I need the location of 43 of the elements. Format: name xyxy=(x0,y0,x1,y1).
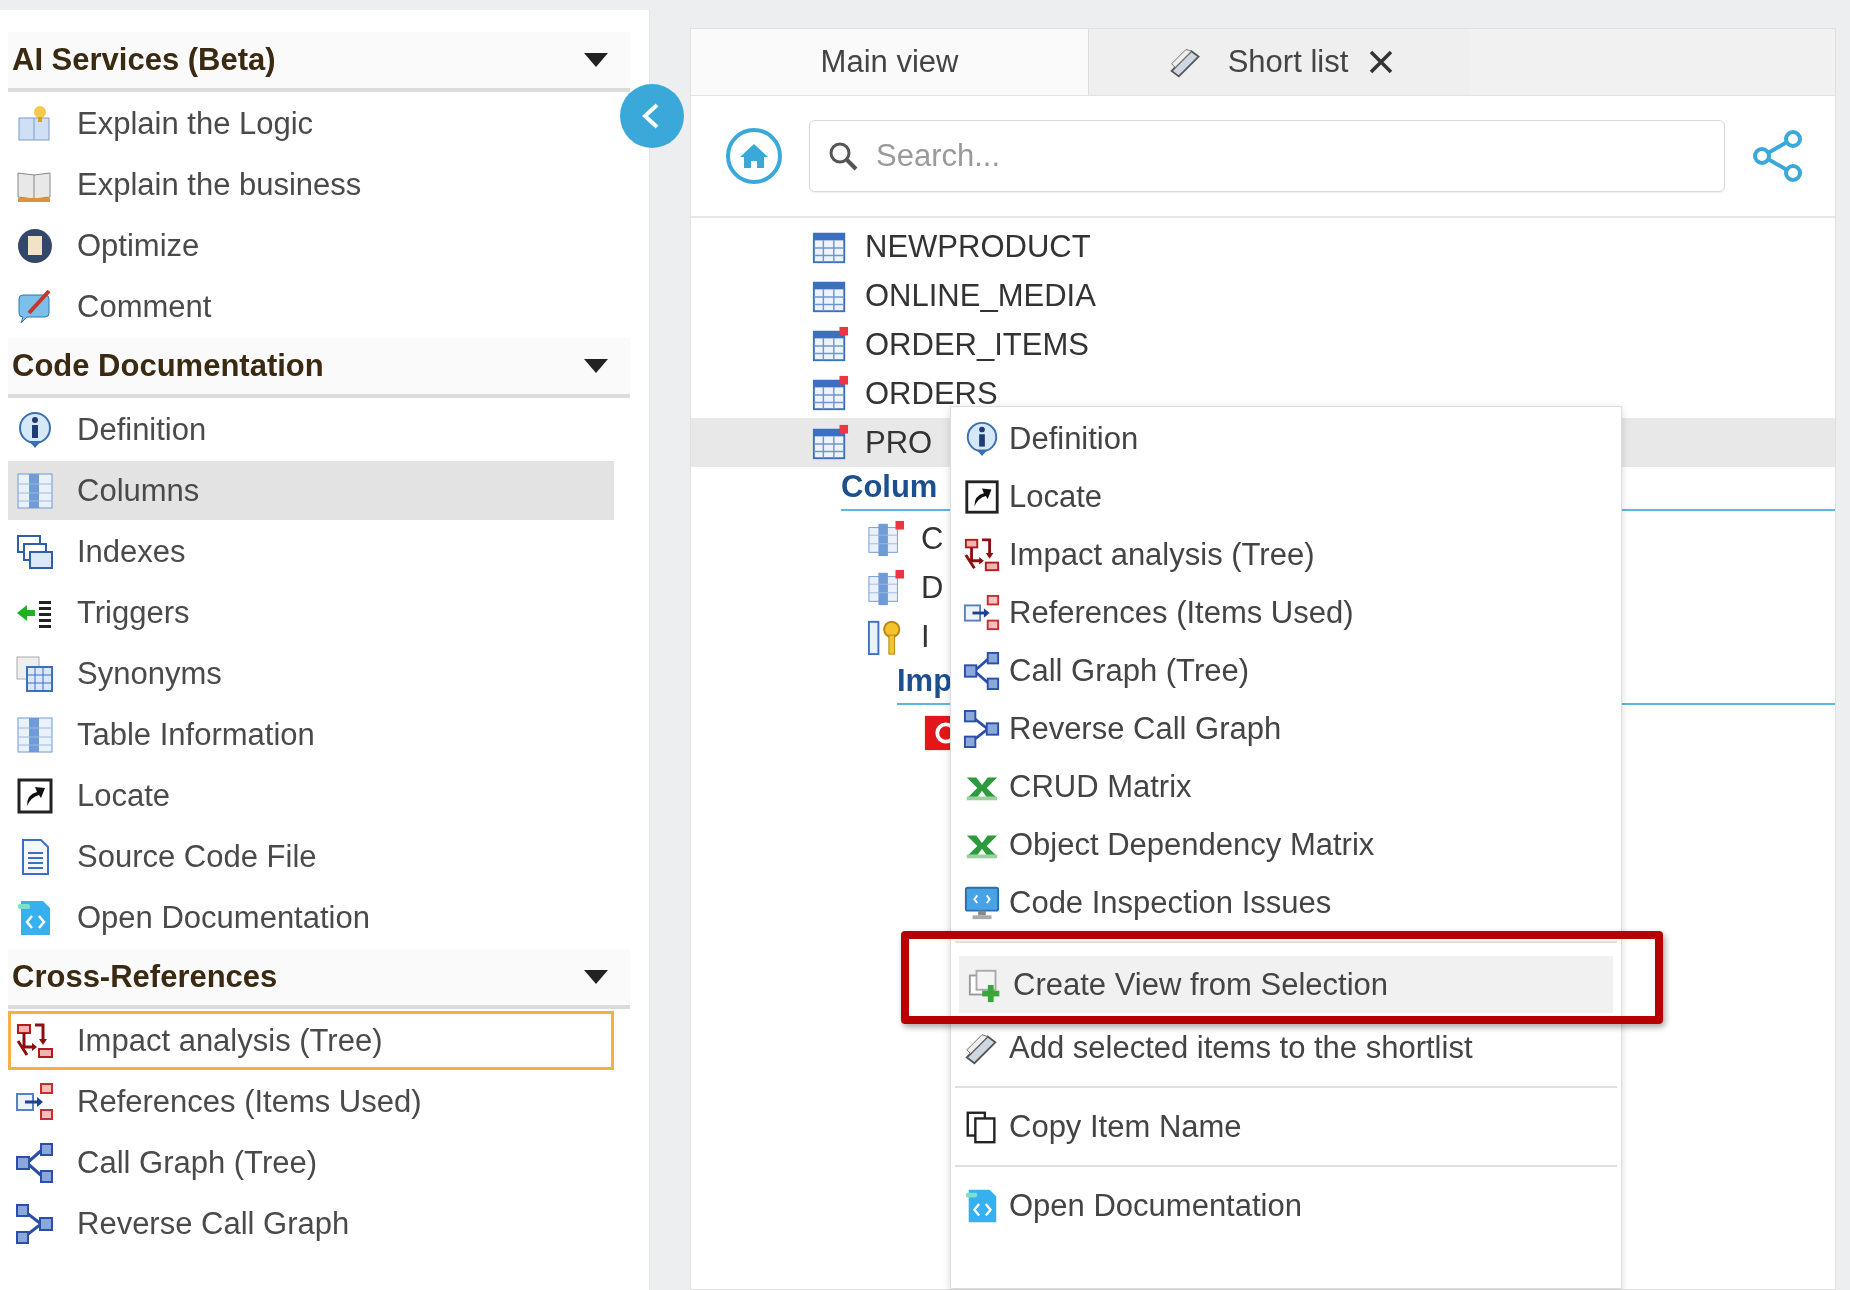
item-label: Add selected items to the shortlist xyxy=(1009,1029,1473,1066)
item-label: Table Information xyxy=(77,716,315,753)
item-label: D xyxy=(921,569,944,606)
group-label: Colum xyxy=(841,469,938,505)
item-label: Optimize xyxy=(77,227,200,264)
item-label: Impact analysis (Tree) xyxy=(77,1022,383,1059)
item-label: References (Items Used) xyxy=(1009,594,1354,631)
item-label: Comment xyxy=(77,288,212,325)
item-label: Definition xyxy=(77,411,207,448)
item-label: ORDER_ITEMS xyxy=(865,326,1089,363)
group-label: Imp xyxy=(897,663,953,699)
item-label: Locate xyxy=(1009,478,1103,515)
item-label: Definition xyxy=(1009,420,1139,457)
item-label: I xyxy=(921,618,930,655)
item-label: ORDERS xyxy=(865,375,998,412)
item-label: ONLINE_MEDIA xyxy=(865,277,1096,314)
item-label: Open Documentation xyxy=(77,899,370,936)
section-title: Cross-References xyxy=(12,959,278,995)
item-label: Reverse Call Graph xyxy=(1009,710,1282,747)
item-label: NEWPRODUCT xyxy=(865,228,1091,265)
item-label: Open Documentation xyxy=(1009,1187,1302,1224)
item-label: PRO xyxy=(865,424,933,461)
item-label: Create View from Selection xyxy=(1013,966,1389,1003)
item-label: Reverse Call Graph xyxy=(77,1205,350,1242)
item-label: Call Graph (Tree) xyxy=(1009,652,1250,689)
item-label: C xyxy=(921,520,944,557)
item-label: Synonyms xyxy=(77,655,222,692)
item-label: Explain the business xyxy=(77,166,362,203)
item-label: Explain the Logic xyxy=(77,105,314,142)
item-label: Call Graph (Tree) xyxy=(77,1144,318,1181)
item-label: Source Code File xyxy=(77,838,317,875)
item-label: Code Inspection Issues xyxy=(1009,884,1332,921)
item-label: Impact analysis (Tree) xyxy=(1009,536,1315,573)
item-label: Triggers xyxy=(77,594,190,631)
item-label: CRUD Matrix xyxy=(1009,768,1192,805)
item-label: References (Items Used) xyxy=(77,1083,422,1120)
item-label: Indexes xyxy=(77,533,186,570)
section-title: Code Documentation xyxy=(12,348,324,384)
item-label: Locate xyxy=(77,777,171,814)
item-label: Copy Item Name xyxy=(1009,1108,1242,1145)
section-title: AI Services (Beta) xyxy=(12,42,276,78)
item-label: Columns xyxy=(77,472,200,509)
item-label: Object Dependency Matrix xyxy=(1009,826,1375,863)
